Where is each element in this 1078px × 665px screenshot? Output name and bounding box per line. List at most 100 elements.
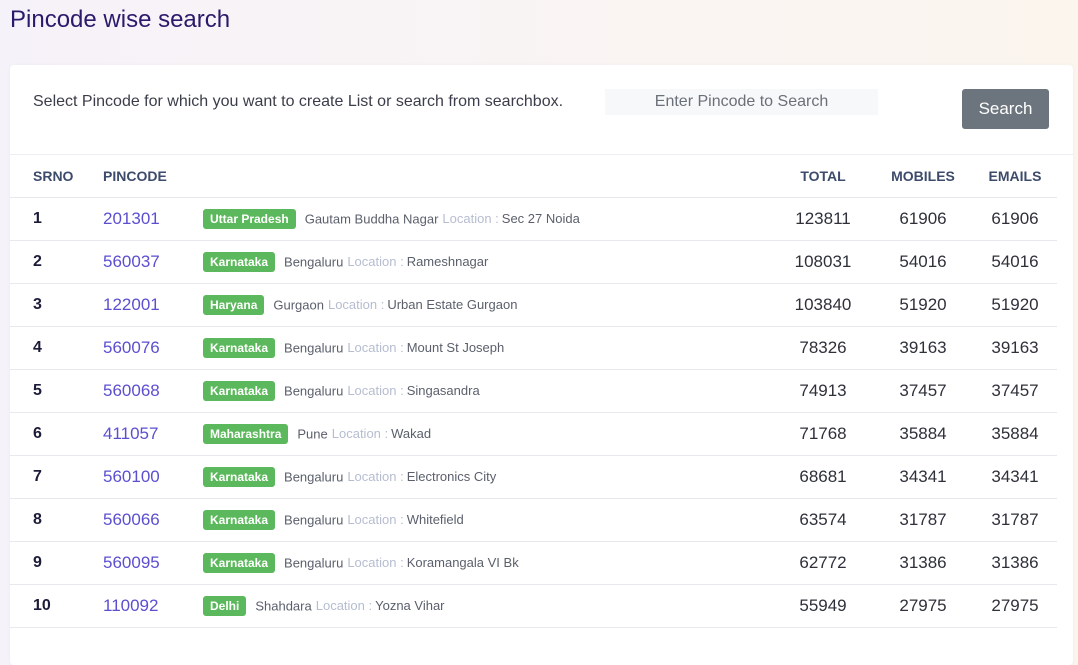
table-row: 7 560100 Karnataka Bengaluru Location : Elect… [10,455,1057,499]
pincode-table: SRNO PINCODE TOTAL MOBILES EMAILS 1 20130… [10,156,1057,628]
location-cell: Karnataka Bengaluru Location : Koramangala … [203,541,773,585]
pincode-link[interactable]: 560100 [103,455,203,499]
district-name: Bengaluru [284,469,344,484]
total-count: 71768 [773,412,873,456]
location-cell: Karnataka Bengaluru Location : Rameshnagar [203,240,773,284]
row-srno: 4 [10,326,103,370]
district-name: Pune [297,426,328,441]
locality-name: Electronics City [406,469,497,484]
state-badge: Karnataka [203,337,276,358]
location-cell: Uttar Pradesh Gautam Buddha Nagar Location… [203,197,773,241]
row-srno: 2 [10,240,103,284]
location-label: Location : [347,383,404,398]
location-label: Location : [327,297,385,312]
search-button[interactable]: Search [962,89,1049,129]
row-srno: 10 [10,584,103,628]
locality-name: Urban Estate Gurgaon [387,297,518,312]
location-cell: Karnataka Bengaluru Location : Electronics … [203,455,773,499]
district-name: Bengaluru [284,254,344,269]
table-row: 5 560068 Karnataka Bengaluru Location : Singa… [10,369,1057,413]
row-srno: 8 [10,498,103,542]
locality-name: Sec 27 Noida [501,211,580,226]
locality-name: Whitefield [406,512,464,527]
emails-count: 31386 [973,541,1057,585]
emails-count: 37457 [973,369,1057,413]
location-cell: Delhi Shahdara Location : Yozna Vihar [203,584,773,628]
location-cell: Haryana Gurgaon Location : Urban Estate Gur… [203,283,773,327]
total-count: 62772 [773,541,873,585]
state-badge: Karnataka [203,466,276,487]
emails-count: 54016 [973,240,1057,284]
state-badge: Delhi [203,595,247,616]
row-srno: 5 [10,369,103,413]
table-row: 10 110092 Delhi Shahdara Location : Yozna Vih… [10,584,1057,628]
district-name: Bengaluru [284,512,344,527]
pincode-link[interactable]: 110092 [103,584,203,628]
page-title: Pincode wise search [10,6,231,33]
state-badge: Karnataka [203,380,276,401]
emails-count: 34341 [973,455,1057,499]
header-mobiles: MOBILES [873,156,973,198]
table-row: 6 411057 Maharashtra Pune Location : Wakad 717… [10,412,1057,456]
location-label: Location : [347,555,404,570]
location-label: Location : [347,340,404,355]
state-badge: Karnataka [203,251,276,272]
emails-count: 35884 [973,412,1057,456]
total-count: 68681 [773,455,873,499]
state-badge: Karnataka [203,509,276,530]
row-srno: 6 [10,412,103,456]
state-badge: Maharashtra [203,423,289,444]
locality-name: Koramangala VI Bk [406,555,519,570]
mobiles-count: 37457 [873,369,973,413]
mobiles-count: 31787 [873,498,973,542]
emails-count: 39163 [973,326,1057,370]
locality-name: Mount St Joseph [406,340,505,355]
search-bar: Select Pincode for which you want to cre… [10,65,1073,155]
state-badge: Karnataka [203,552,276,573]
table-row: 3 122001 Haryana Gurgaon Location : Urban Est… [10,283,1057,327]
location-label: Location : [331,426,389,441]
mobiles-count: 39163 [873,326,973,370]
locality-name: Rameshnagar [406,254,489,269]
district-name: Gurgaon [273,297,324,312]
pincode-link[interactable]: 411057 [103,412,203,456]
total-count: 55949 [773,584,873,628]
row-srno: 3 [10,283,103,327]
pincode-search-input[interactable] [605,89,878,115]
location-label: Location : [347,254,404,269]
locality-name: Wakad [391,426,432,441]
pincode-link[interactable]: 560095 [103,541,203,585]
location-label: Location : [347,469,404,484]
emails-count: 31787 [973,498,1057,542]
table-header-row: SRNO PINCODE TOTAL MOBILES EMAILS [10,156,1057,198]
location-label: Location : [442,211,499,226]
pincode-link[interactable]: 122001 [103,283,203,327]
total-count: 103840 [773,283,873,327]
pincode-link[interactable]: 560068 [103,369,203,413]
mobiles-count: 31386 [873,541,973,585]
pincode-link[interactable]: 560076 [103,326,203,370]
emails-count: 27975 [973,584,1057,628]
row-srno: 1 [10,197,103,241]
pincode-link[interactable]: 560066 [103,498,203,542]
location-cell: Karnataka Bengaluru Location : Mount St Jos… [203,326,773,370]
header-pincode: PINCODE [103,156,203,198]
pincode-link[interactable]: 201301 [103,197,203,241]
table-row: 4 560076 Karnataka Bengaluru Location : Mount… [10,326,1057,370]
state-badge: Uttar Pradesh [203,208,296,229]
table-row: 8 560066 Karnataka Bengaluru Location : White… [10,498,1057,542]
mobiles-count: 61906 [873,197,973,241]
pincode-card: Select Pincode for which you want to cre… [10,65,1073,665]
pincode-link[interactable]: 560037 [103,240,203,284]
district-name: Bengaluru [284,555,344,570]
row-srno: 9 [10,541,103,585]
location-label: Location : [315,598,373,613]
total-count: 78326 [773,326,873,370]
instruction-text: Select Pincode for which you want to cre… [33,93,564,110]
district-name: Shahdara [255,598,312,613]
emails-count: 51920 [973,283,1057,327]
total-count: 74913 [773,369,873,413]
location-cell: Karnataka Bengaluru Location : Whitefield [203,498,773,542]
locality-name: Singasandra [406,383,480,398]
table-row: 2 560037 Karnataka Bengaluru Location : Rames… [10,240,1057,284]
